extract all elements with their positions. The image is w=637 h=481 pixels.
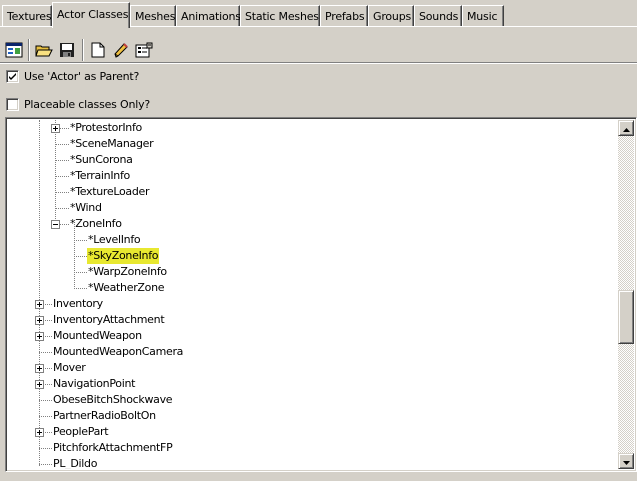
tree-node-textureloader[interactable]: *TextureLoader [69,184,150,200]
browser-button[interactable] [3,39,25,61]
tab-sounds[interactable]: Sounds [414,5,462,26]
expand-toggle[interactable] [35,364,44,373]
tab-label: Groups [373,10,412,23]
expand-toggle[interactable] [35,300,44,309]
new-document-icon [91,42,105,58]
tree-node-peoplepart[interactable]: PeoplePart [52,424,109,440]
tree-node-inventoryattachment[interactable]: InventoryAttachment [52,312,165,328]
save-button[interactable] [56,39,78,61]
tab-label: Meshes [135,10,176,23]
tree-trunk-line [39,120,40,466]
tree-node-inventory[interactable]: Inventory [52,296,104,312]
tab-music[interactable]: Music [462,5,504,26]
use-actor-parent-label: Use 'Actor' as Parent? [24,69,140,83]
tab-bar: Textures Actor Classes Meshes Animations… [0,0,637,28]
placeable-only-option[interactable]: Placeable classes Only? [6,96,150,112]
tree-node-partnerradioolton[interactable]: PartnerRadioBoltOn [52,408,157,424]
new-button[interactable] [87,39,109,61]
placeable-only-label: Placeable classes Only? [24,97,151,111]
tree-node-suncorona[interactable]: *SunCorona [69,152,134,168]
tab-label: Music [467,10,498,23]
properties-button[interactable] [133,39,155,61]
expand-toggle[interactable] [35,332,44,341]
edit-button[interactable] [110,39,132,61]
use-actor-parent-option[interactable]: Use 'Actor' as Parent? [6,68,139,84]
toolbar [0,38,170,62]
tree-node-pitchforkattachmentfp[interactable]: PitchforkAttachmentFP [52,440,173,456]
tree-node-mountedweapon[interactable]: MountedWeapon [52,328,143,344]
tab-label: Actor Classes [57,8,129,21]
tab-prefabs[interactable]: Prefabs [320,5,368,26]
tree-node-navigationpoint[interactable]: NavigationPoint [52,376,136,392]
save-icon [59,42,75,58]
tab-animations[interactable]: Animations [176,5,241,26]
tab-label: Static Meshes [245,10,319,23]
expand-toggle[interactable] [35,380,44,389]
tree-node-levelinfo[interactable]: *LevelInfo [87,232,141,248]
expand-toggle[interactable] [35,428,44,437]
class-tree-content: *ProtestorInfo *SceneManager *SunCorona … [8,120,618,469]
tree-node-skyzoneinfo[interactable]: *SkyZoneInfo [87,248,160,264]
properties-icon [135,42,153,58]
tree-node-protestorinfo[interactable]: *ProtestorInfo [69,120,143,136]
tab-label: Animations [181,10,241,23]
tree-node-obesebitchshockwave[interactable]: ObeseBitchShockwave [52,392,173,408]
browser-icon [5,42,23,58]
tree-node-warpzoneinfo[interactable]: *WarpZoneInfo [87,264,168,280]
tree-node-wind[interactable]: *Wind [69,200,103,216]
scroll-down-button[interactable] [618,453,634,469]
tab-groups[interactable]: Groups [368,5,414,26]
tab-textures[interactable]: Textures [2,5,52,26]
arrow-down-icon [622,455,630,468]
tree-node-pl-dildo[interactable]: PL_Dildo [52,456,98,469]
tree-node-scenemanager[interactable]: *SceneManager [69,136,154,152]
use-actor-parent-checkbox[interactable] [6,69,19,83]
arrow-up-icon [622,122,630,135]
tree-node-zoneinfo[interactable]: *ZoneInfo [69,216,123,232]
tree-node-terraininfo[interactable]: *TerrainInfo [69,168,131,184]
open-folder-icon [35,42,53,58]
expand-toggle[interactable] [51,124,60,133]
tab-actor-classes[interactable]: Actor Classes [52,2,130,28]
expand-toggle[interactable] [35,316,44,325]
tab-label: Prefabs [325,10,365,23]
toolbar-divider [0,62,637,64]
scroll-thumb[interactable] [618,290,634,344]
collapse-toggle[interactable] [51,220,60,229]
edit-pencil-icon [113,42,129,58]
tab-label: Sounds [419,10,459,23]
open-button[interactable] [33,39,55,61]
tab-static-meshes[interactable]: Static Meshes [240,5,320,26]
class-tree[interactable]: *ProtestorInfo *SceneManager *SunCorona … [5,117,637,472]
tree-node-weatherzone[interactable]: *WeatherZone [87,280,165,296]
tab-meshes[interactable]: Meshes [130,5,176,26]
tree-node-mountedweaponcamera[interactable]: MountedWeaponCamera [52,344,184,360]
placeable-only-checkbox[interactable] [6,97,19,111]
tree-scrollbar[interactable] [618,120,634,469]
tree-node-mover[interactable]: Mover [52,360,87,376]
scroll-up-button[interactable] [618,120,634,136]
tab-label: Textures [7,10,52,23]
